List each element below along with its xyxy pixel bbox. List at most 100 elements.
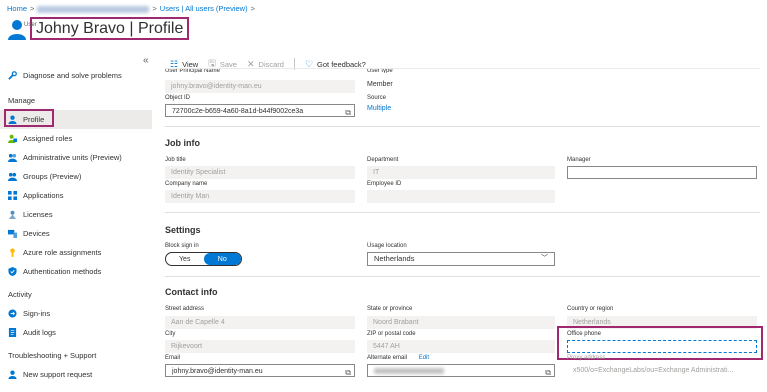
sidebar-section-activity: Activity	[8, 290, 32, 299]
profile-highlight-box	[4, 109, 54, 127]
groups-icon	[8, 172, 17, 181]
sidebar-item-new-support-request[interactable]: New support request	[0, 365, 152, 384]
object-id-label: Object ID	[165, 95, 191, 101]
email-value: johny.bravo@identity-man.eu	[172, 368, 263, 375]
breadcrumb-users[interactable]: Users | All users (Preview)	[160, 4, 248, 13]
breadcrumb: Home > > Users | All users (Preview) >	[7, 4, 258, 13]
user-type-value: Member	[367, 81, 393, 88]
page-subtitle: User	[24, 22, 37, 28]
roles-icon	[8, 134, 17, 143]
license-icon	[8, 210, 17, 219]
sidebar-item-azure-role-assignments[interactable]: Azure role assignments	[0, 243, 152, 262]
street-address-field[interactable]: Aan de Capelle 4	[165, 316, 355, 329]
source-link[interactable]: Multiple	[367, 105, 391, 112]
department-field[interactable]: IT	[367, 166, 555, 179]
job-title-field[interactable]: Identity Specialist	[165, 166, 355, 179]
toggle-yes[interactable]: Yes	[166, 253, 204, 265]
employee-id-field[interactable]	[367, 190, 555, 203]
settings-heading: Settings	[165, 225, 201, 235]
copy-icon[interactable]: ⧉	[345, 366, 351, 376]
proxy-address-label: Proxy address	[567, 355, 606, 361]
sidebar-item-label: Assigned roles	[23, 134, 73, 143]
state-label: State or province	[367, 306, 413, 312]
page-header: Johny Bravo | Profile	[7, 17, 190, 41]
redacted-alternate-email	[374, 368, 444, 375]
breadcrumb-separator: >	[152, 4, 157, 13]
signin-icon	[8, 309, 17, 318]
page-title-highlight: Johny Bravo | Profile	[30, 17, 190, 40]
key-icon	[10, 248, 15, 257]
sidebar-item-admin-units[interactable]: Administrative units (Preview)	[0, 148, 152, 167]
job-info-heading: Job info	[165, 138, 200, 148]
sidebar-item-audit-logs[interactable]: Audit logs	[0, 323, 152, 342]
chevron-down-icon: ﹀	[541, 255, 548, 262]
copy-icon[interactable]: ⧉	[345, 106, 351, 116]
sidebar-section-troubleshooting: Troubleshooting + Support	[8, 351, 97, 360]
source-label: Source	[367, 95, 387, 101]
sidebar-item-devices[interactable]: Devices	[0, 224, 152, 243]
job-title-label: Job title	[165, 157, 186, 163]
sidebar-section-manage: Manage	[8, 96, 36, 105]
state-field[interactable]: Noord Brabant	[367, 316, 555, 329]
block-sign-in-toggle[interactable]: Yes No	[165, 252, 242, 266]
object-id-field[interactable]: 72700c2e-b659-4a60-8a1d-b44f9002ce3a ⧉	[165, 104, 355, 117]
sidebar-item-label: Licenses	[23, 210, 53, 219]
company-name-label: Company name	[165, 181, 208, 187]
sidebar-item-assigned-roles[interactable]: Assigned roles	[0, 129, 152, 148]
city-field[interactable]: Rijkevoort	[165, 340, 355, 353]
object-id-value: 72700c2e-b659-4a60-8a1d-b44f9002ce3a	[172, 108, 304, 115]
audit-icon	[8, 328, 17, 337]
sidebar-item-label: Azure role assignments	[23, 248, 102, 257]
sidebar-item-groups[interactable]: Groups (Preview)	[0, 167, 152, 186]
admin-units-icon	[8, 153, 17, 162]
manager-field[interactable]	[567, 166, 757, 179]
copy-icon[interactable]: ⧉	[545, 366, 551, 376]
section-divider	[165, 212, 760, 213]
contact-info-heading: Contact info	[165, 287, 218, 297]
email-field[interactable]: johny.bravo@identity-man.eu ⧉	[165, 364, 355, 377]
sidebar-item-label: Administrative units (Preview)	[23, 153, 122, 162]
sidebar-item-label: New support request	[23, 370, 93, 379]
sidebar-item-licenses[interactable]: Licenses	[0, 205, 152, 224]
toggle-no[interactable]: No	[203, 253, 241, 265]
sidebar-item-applications[interactable]: Applications	[0, 186, 152, 205]
page-title: Johny Bravo | Profile	[36, 19, 184, 37]
city-label: City	[165, 331, 176, 337]
sidebar-item-label: Devices	[23, 229, 50, 238]
sidebar-item-label: Groups (Preview)	[23, 172, 82, 181]
devices-icon	[8, 229, 17, 238]
alternate-email-label-text: Alternate email	[367, 355, 408, 361]
apps-icon	[8, 191, 17, 200]
proxy-address-value: x500/o=ExchangeLabs/ou=Exchange Administ…	[567, 364, 757, 377]
shield-icon	[8, 267, 17, 276]
toolbar-divider-line	[165, 68, 760, 69]
sidebar-item-label: Applications	[23, 191, 64, 200]
employee-id-label: Employee ID	[367, 181, 402, 187]
sidebar-item-diagnose[interactable]: Diagnose and solve problems	[0, 66, 152, 85]
alternate-email-label: Alternate email Edit	[367, 355, 429, 361]
sidebar-item-sign-ins[interactable]: Sign-ins	[0, 304, 152, 323]
sidebar-item-authentication-methods[interactable]: Authentication methods	[0, 262, 152, 281]
alternate-email-edit-link[interactable]: Edit	[419, 355, 429, 361]
wrench-icon	[8, 71, 17, 80]
email-label: Email	[165, 355, 181, 361]
breadcrumb-separator: >	[30, 4, 35, 13]
sidebar-item-label: Diagnose and solve problems	[23, 71, 122, 80]
zip-label: ZIP or postal code	[367, 331, 416, 337]
support-icon	[8, 370, 17, 379]
usage-location-select[interactable]: Netherlands ﹀	[367, 252, 555, 266]
manager-label: Manager	[567, 157, 591, 163]
section-divider	[165, 276, 760, 277]
sidebar-item-label: Sign-ins	[23, 309, 51, 318]
block-sign-in-label: Block sign in	[165, 243, 199, 249]
alternate-email-field[interactable]: ⧉	[367, 364, 555, 377]
company-name-field[interactable]: Identity Man	[165, 190, 355, 203]
breadcrumb-redacted-tenant[interactable]	[37, 5, 150, 13]
upn-field: johny.bravo@identity-man.eu	[165, 80, 355, 93]
sidebar-item-label: Audit logs	[23, 328, 56, 337]
zip-field[interactable]: 5447 AH	[367, 340, 555, 353]
department-label: Department	[367, 157, 399, 163]
usage-location-label: Usage location	[367, 243, 407, 249]
sidebar-item-label: Authentication methods	[23, 267, 102, 276]
breadcrumb-home[interactable]: Home	[7, 4, 27, 13]
